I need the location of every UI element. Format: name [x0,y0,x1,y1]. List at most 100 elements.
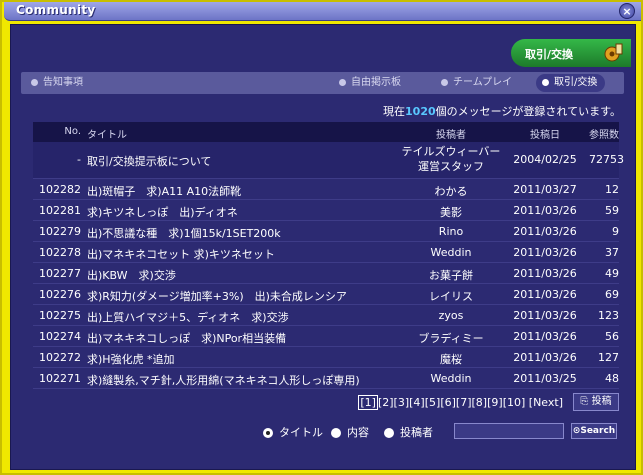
row-author: レイリス [429,290,473,303]
page-link[interactable]: [4] [409,396,425,409]
page-link[interactable]: [2] [378,396,394,409]
count-suffix: 個のメッセージが登録されています。 [435,105,621,118]
row-title[interactable]: 出)斑帽子 求)A11 A10法師靴 [87,183,407,199]
message-count: 現在1020個のメッセージが登録されています。 [383,103,621,119]
row-title[interactable]: 取引/交換提示板について [87,153,407,169]
row-views: 123 [598,309,619,322]
row-views: 69 [605,288,619,301]
search-button[interactable]: ⊙Search [571,423,617,439]
table-row[interactable]: 102272 求)H強化虎 *追加 魔桜 2011/03/26 127 [33,347,619,368]
row-no: 102276 [39,288,81,301]
row-date: 2011/03/26 [513,225,577,238]
page-link[interactable]: [1] [358,395,378,410]
next-page-link[interactable]: [Next] [529,396,563,409]
row-date: 2011/03/26 [513,309,577,322]
message-table: No. タイトル 投稿者 投稿日 参照数 - 取引/交換提示板について テイルズ… [33,122,624,389]
row-title[interactable]: 求)R知力(ダメージ増加率+3%) 出)未合成レンシア [87,288,407,304]
row-date: 2011/03/26 [513,351,577,364]
tab-free-board[interactable]: 自由掲示板 [339,72,401,94]
page-links: [1] [2][3][4][5][6][7][8][9][10] [358,395,528,410]
page-link[interactable]: [3] [394,396,410,409]
radio-author[interactable]: 投稿者 [384,424,433,440]
title-bar[interactable]: Community × [4,2,641,21]
tab-label: チームプレイ [453,77,513,88]
radio-title[interactable]: タイトル [263,424,323,440]
row-author: Weddin [430,372,472,385]
row-author: 美影 [440,206,462,219]
table-row[interactable]: 102279 出)不思議な種 求)1個15k/1SET200k Rino 2011/0… [33,221,619,242]
search-input[interactable] [454,423,564,439]
row-title[interactable]: 求)キツネしっぽ 出)ディオネ [87,204,407,220]
author-line2: 運営スタッフ [418,160,484,173]
table-row[interactable]: 102278 出)マネキネコセット 求)キツネセット Weddin 2011/03/2… [33,242,619,263]
page-link[interactable]: [9] [487,396,503,409]
row-no: - [77,153,81,166]
page-link[interactable]: [5] [425,396,441,409]
tab-bar: 告知事項 自由掲示板 チームプレイ 取引/交換 [21,72,624,94]
radio-author-label: 投稿者 [400,426,433,439]
row-title[interactable]: 出)不思議な種 求)1個15k/1SET200k [87,225,407,241]
row-date: 2011/03/26 [513,267,577,280]
tab-notices[interactable]: 告知事項 [31,72,83,94]
radio-content[interactable]: 内容 [331,424,369,440]
row-date: 2004/02/25 [513,153,577,166]
row-no: 102274 [39,330,81,343]
row-views: 56 [605,330,619,343]
table-row[interactable]: 102274 出)マネキネコしっぽ 求)NPor相当装備 ブラディミー 2011/03… [33,326,619,347]
table-row[interactable]: 102282 出)斑帽子 求)A11 A10法師靴 わかる 2011/03/27 12 [33,179,619,200]
row-author: 魔桜 [440,353,462,366]
row-no: 102272 [39,351,81,364]
table-row[interactable]: 102276 求)R知力(ダメージ増加率+3%) 出)未合成レンシア レイリス 201… [33,284,619,305]
row-title[interactable]: 出)KBW 求)交渉 [87,267,407,283]
table-row[interactable]: 102277 出)KBW 求)交渉 お菓子餅 2011/03/26 49 [33,263,619,284]
row-title[interactable]: 出)マネキネコしっぽ 求)NPor相当装備 [87,330,407,346]
radio-icon [384,428,394,438]
page-link[interactable]: [10] [503,396,526,409]
bullet-icon [542,78,549,86]
tab-label: 告知事項 [43,77,83,88]
row-date: 2011/03/26 [513,204,577,217]
row-views: 12 [605,183,619,196]
search-bar: タイトル 内容 投稿者 ⊙Search [11,421,635,443]
tab-trade[interactable]: 取引/交換 [536,74,606,92]
row-no: 102281 [39,204,81,217]
row-title[interactable]: 出)上質ハイマジ＋5、ディオネ 求)交渉 [87,309,407,325]
bullet-icon [339,78,346,86]
row-title[interactable]: 求)H強化虎 *追加 [87,351,407,367]
table-row[interactable]: 102275 出)上質ハイマジ＋5、ディオネ 求)交渉 zyos 2011/03/26… [33,305,619,326]
row-author: ブラディミー [418,332,484,345]
page-link[interactable]: [8] [472,396,488,409]
row-date: 2011/03/26 [513,330,577,343]
board-frame: 取引/交換 告知事項 自由掲示板 チームプレイ 取引/交換 現在1020個のメッ… [10,24,636,470]
row-title[interactable]: 求)縫製糸,マチ針,人形用綿(マネキネコ人形しっぽ専用) [87,372,407,388]
bullet-icon [31,78,38,86]
post-button[interactable]: ⎘ 投稿 [573,393,619,411]
pinned-row[interactable]: - 取引/交換提示板について テイルズウィーバー 運営スタッフ 2004/02/2… [33,142,624,179]
close-button[interactable]: × [619,3,635,19]
row-no: 102275 [39,309,81,322]
window-title: Community [16,3,96,17]
row-author: テイルズウィーバー 運営スタッフ [401,144,501,174]
table-row[interactable]: 102271 求)縫製糸,マチ針,人形用綿(マネキネコ人形しっぽ専用) Weddin… [33,368,619,389]
header-band: 取引/交換 [11,25,635,67]
header-views: 参照数 [589,130,619,141]
radio-icon [263,428,273,438]
search-label: Search [580,426,616,436]
header-author: 投稿者 [436,130,466,141]
pagination: [1] [2][3][4][5][6][7][8][9][10] [Next] [358,395,563,410]
row-date: 2011/03/26 [513,246,577,259]
row-views: 49 [605,267,619,280]
row-no: 102271 [39,372,81,385]
header-title: タイトル [87,130,127,141]
row-title[interactable]: 出)マネキネコセット 求)キツネセット [87,246,407,262]
page-link[interactable]: [6] [440,396,456,409]
row-views: 127 [598,351,619,364]
table-body: 102282 出)斑帽子 求)A11 A10法師靴 わかる 2011/03/27 12 1… [33,179,619,389]
row-author: お菓子餅 [429,269,473,282]
page-link[interactable]: [7] [456,396,472,409]
table-row[interactable]: 102281 求)キツネしっぽ 出)ディオネ 美影 2011/03/26 59 [33,200,619,221]
radio-title-label: タイトル [279,426,323,439]
row-no: 102277 [39,267,81,280]
row-views: 37 [605,246,619,259]
tab-team-play[interactable]: チームプレイ [441,72,512,94]
